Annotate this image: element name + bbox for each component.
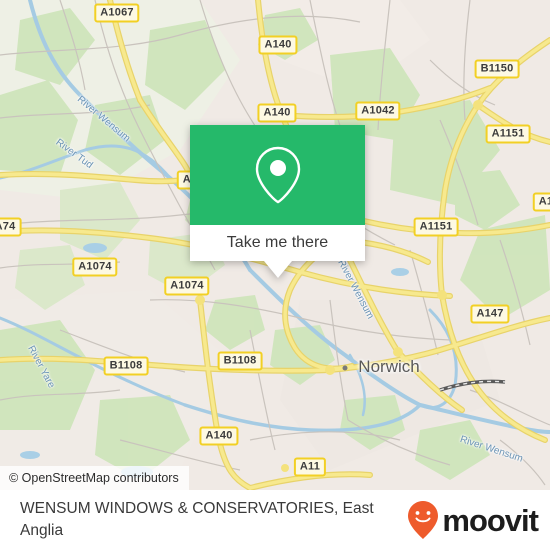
place-title: WENSUM WINDOWS & CONSERVATORIES, East An… [20, 500, 374, 539]
moovit-smiley-pin-icon [408, 501, 439, 539]
road-shield: A140 [199, 426, 239, 446]
take-me-there-button[interactable]: Take me there [190, 225, 365, 261]
city-label-norwich: Norwich [358, 357, 420, 376]
city-dot-norwich [342, 365, 348, 371]
road-shield: A1151 [485, 124, 531, 144]
road-shield: A11 [293, 457, 327, 477]
map-pin-icon [255, 146, 300, 204]
road-shield: A1042 [355, 101, 401, 121]
footer-bar: WENSUM WINDOWS & CONSERVATORIES, East An… [0, 490, 550, 550]
location-popup[interactable]: Take me there [190, 125, 365, 278]
road-shield: A74 [0, 217, 22, 237]
road-shield: A1067 [94, 3, 140, 23]
road-shield: A147 [470, 304, 510, 324]
road-shield: A1151 [413, 217, 459, 237]
popup-pointer [263, 261, 292, 278]
map-screenshot: A1067A140B1150A140A1042A1151A1A1A1151A74… [0, 0, 550, 550]
moovit-wordmark: moovit [442, 502, 539, 538]
popup-header [190, 125, 365, 225]
map-attribution[interactable]: © OpenStreetMap contributors [0, 466, 189, 490]
attribution-text: © OpenStreetMap contributors [9, 471, 179, 485]
road-shield: B1108 [103, 356, 149, 376]
moovit-logo[interactable]: moovit [406, 500, 539, 540]
road-shield: B1108 [217, 351, 263, 371]
take-me-there-label: Take me there [226, 234, 329, 251]
road-shield: A1074 [164, 276, 210, 296]
road-shield: A1074 [72, 257, 118, 277]
road-shield: A140 [257, 103, 297, 123]
road-shield: B1150 [474, 59, 520, 79]
road-shield: A140 [258, 35, 298, 55]
road-shield: A1 [532, 192, 550, 212]
